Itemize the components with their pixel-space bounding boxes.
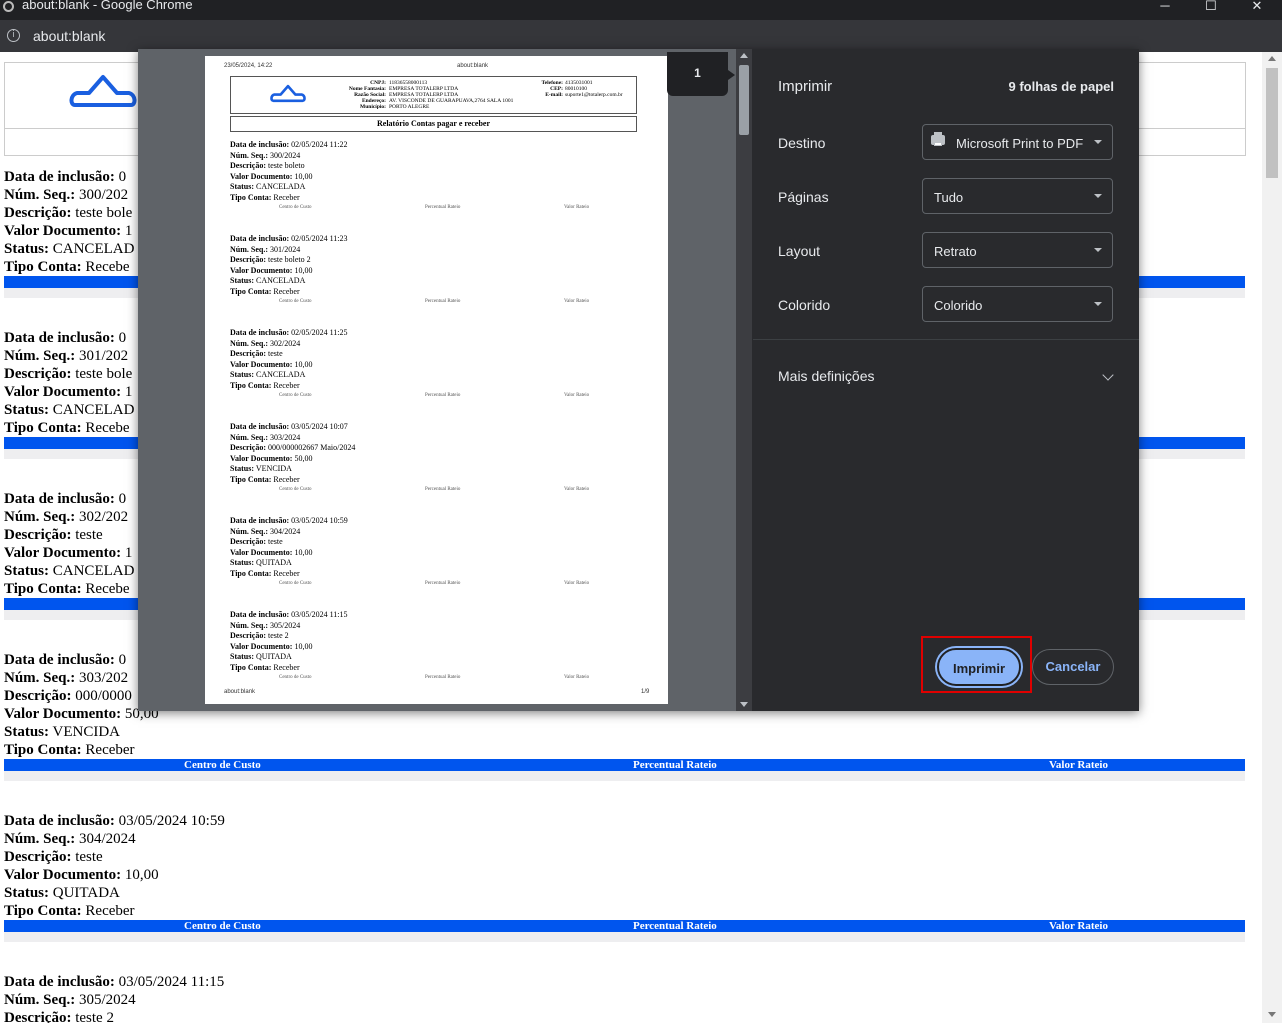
- page-number-badge: 1: [667, 52, 735, 96]
- record-4: Data de inclusão: 0 Núm. Seq.: 303/202 D…: [4, 652, 159, 758]
- preview-scrollbar[interactable]: [736, 49, 752, 711]
- chevron-down-icon: [1094, 140, 1102, 144]
- record-3: Data de inclusão: 0 Núm. Seq.: 302/202 D…: [4, 491, 135, 597]
- page-scrollbar[interactable]: [1262, 52, 1282, 1023]
- colorido-label: Colorido: [778, 297, 831, 313]
- col-valor-rateio: Valor Rateio: [1049, 920, 1108, 932]
- url-text[interactable]: about:blank: [33, 28, 105, 44]
- preview-logo: [270, 84, 306, 103]
- col-percentual-rateio: Percentual Rateio: [633, 920, 717, 932]
- settings-divider: [753, 339, 1139, 340]
- destino-label: Destino: [778, 135, 826, 151]
- chevron-down-icon: [1094, 248, 1102, 252]
- paginas-select[interactable]: Tudo: [922, 178, 1113, 214]
- preview-footer-url: about:blank: [224, 689, 256, 695]
- print-button-highlight: [921, 636, 1032, 693]
- close-button[interactable]: ✕: [1242, 0, 1272, 16]
- col-percentual-rateio: Percentual Rateio: [633, 759, 717, 771]
- company-labels-right: Telefone: CEP: E-mail:: [541, 80, 564, 98]
- preview-footer-page: 1/9: [641, 689, 650, 695]
- sheet-count: 9 folhas de papel: [1008, 79, 1114, 94]
- preview-header-date: 23/05/2024, 14:22: [224, 63, 273, 69]
- preview-record: Data de inclusão: 03/05/2024 10:07 Núm. …: [230, 422, 590, 492]
- scroll-down-icon[interactable]: [740, 702, 748, 707]
- company-logo: [69, 75, 137, 107]
- address-bar: i about:blank: [0, 20, 1282, 52]
- preview-record: Data de inclusão: 02/05/2024 11:23 Núm. …: [230, 234, 590, 304]
- record-6: Data de inclusão: 03/05/2024 11:15 Núm. …: [4, 974, 225, 1023]
- company-values-left: 11836558000113 EMPRESA TOTALERP LTDA EMP…: [389, 80, 514, 110]
- company-labels-left: CNPJ: Nome Fantasia: Razão Social: Ender…: [348, 80, 386, 110]
- cost-table-header: Centro de Custo Percentual Rateio Valor …: [4, 759, 1245, 771]
- cancel-button[interactable]: Cancelar: [1032, 649, 1114, 685]
- print-settings-panel: Imprimir 9 folhas de papel Destino Micro…: [753, 49, 1139, 711]
- record-5: Data de inclusão: 03/05/2024 10:59 Núm. …: [4, 813, 225, 919]
- scrollbar-thumb[interactable]: [1266, 68, 1278, 178]
- chevron-down-icon: [1094, 194, 1102, 198]
- colorido-select[interactable]: Colorido: [922, 286, 1113, 322]
- layout-select[interactable]: Retrato: [922, 232, 1113, 268]
- preview-record: Data de inclusão: 02/05/2024 11:25 Núm. …: [230, 328, 590, 398]
- print-heading: Imprimir: [778, 78, 833, 95]
- preview-record: Data de inclusão: 03/05/2024 10:59 Núm. …: [230, 516, 590, 586]
- paginas-label: Páginas: [778, 189, 829, 205]
- scroll-down-icon[interactable]: [1268, 1012, 1276, 1017]
- preview-report-title: Relatório Contas pagar e receber: [230, 116, 637, 132]
- scrollbar-thumb[interactable]: [739, 65, 749, 135]
- minimize-button[interactable]: ─: [1150, 0, 1180, 16]
- preview-record: Data de inclusão: 02/05/2024 11:22 Núm. …: [230, 140, 590, 210]
- window-titlebar: about:blank - Google Chrome ─ ☐ ✕: [0, 0, 1282, 20]
- scroll-up-icon[interactable]: [1268, 56, 1276, 61]
- info-icon[interactable]: i: [7, 29, 20, 42]
- company-values-right: 4135031001 80010100 suporte1@totalerp.co…: [565, 80, 623, 98]
- preview-record: Data de inclusão: 03/05/2024 11:15 Núm. …: [230, 610, 590, 680]
- print-preview: 23/05/2024, 14:22 about:blank CNPJ: Nome…: [138, 49, 752, 711]
- preview-company-box: CNPJ: Nome Fantasia: Razão Social: Ender…: [230, 76, 637, 114]
- col-centro-custo: Centro de Custo: [184, 920, 261, 932]
- record-1: Data de inclusão: 0 Núm. Seq.: 300/202 D…: [4, 169, 135, 275]
- cost-table-header: Centro de Custo Percentual Rateio Valor …: [4, 920, 1245, 932]
- preview-sheet: 23/05/2024, 14:22 about:blank CNPJ: Nome…: [205, 56, 668, 704]
- chevron-down-icon[interactable]: [1102, 369, 1114, 381]
- preview-header-url: about:blank: [457, 63, 489, 69]
- scroll-up-icon[interactable]: [740, 53, 748, 58]
- col-valor-rateio: Valor Rateio: [1049, 759, 1108, 771]
- col-centro-custo: Centro de Custo: [184, 759, 261, 771]
- cost-table-row: [4, 932, 1245, 942]
- print-dialog: 23/05/2024, 14:22 about:blank CNPJ: Nome…: [138, 49, 1139, 711]
- destino-select[interactable]: Microsoft Print to PDF: [922, 124, 1113, 160]
- cost-table-row: [4, 771, 1245, 781]
- more-settings-toggle[interactable]: Mais definições: [778, 368, 875, 384]
- layout-label: Layout: [778, 243, 821, 259]
- maximize-button[interactable]: ☐: [1196, 0, 1226, 16]
- chrome-icon: [3, 1, 14, 12]
- printer-icon: [931, 132, 945, 146]
- record-2: Data de inclusão: 0 Núm. Seq.: 301/202 D…: [4, 330, 135, 436]
- window-title: about:blank - Google Chrome: [22, 0, 193, 12]
- chevron-down-icon: [1094, 302, 1102, 306]
